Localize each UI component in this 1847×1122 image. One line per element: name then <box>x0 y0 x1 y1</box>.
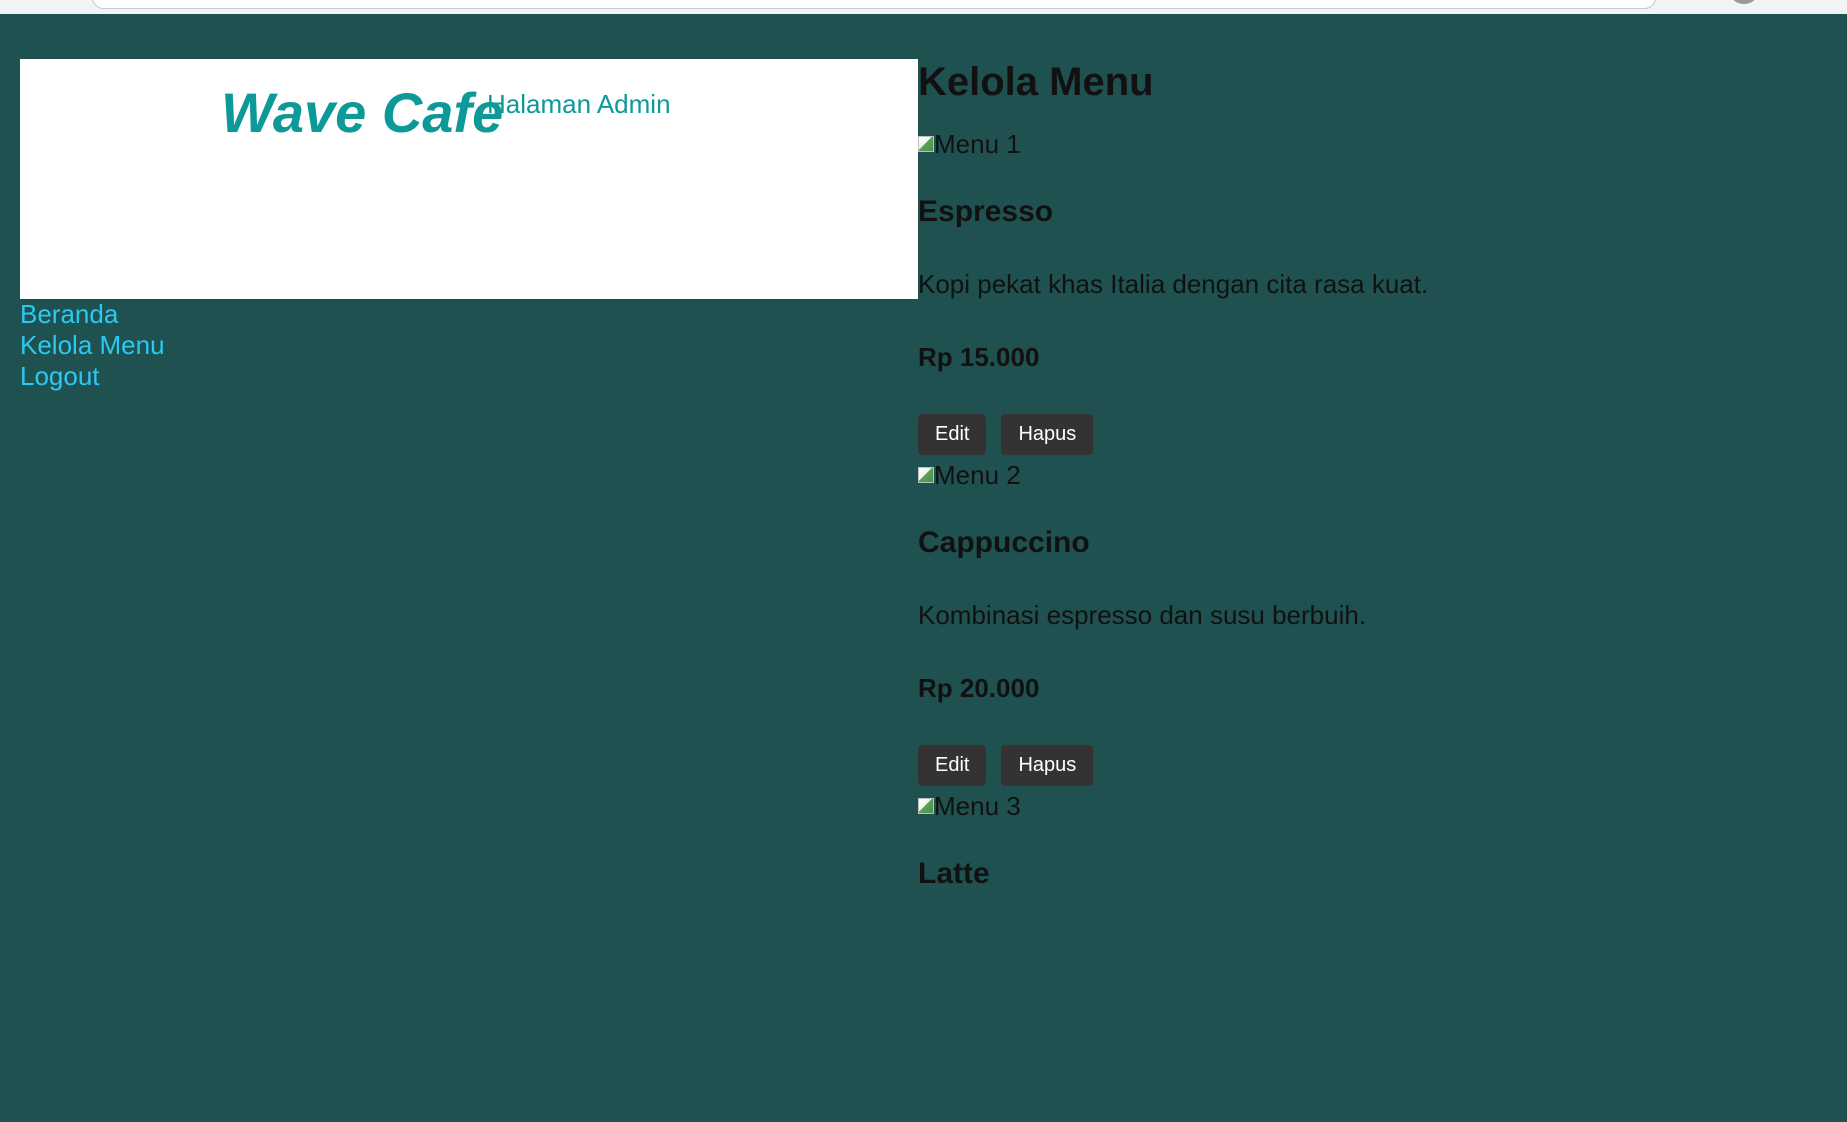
nav-link-beranda[interactable]: Beranda <box>20 299 165 330</box>
delete-button[interactable]: Hapus <box>1001 414 1094 455</box>
menu-price: Rp 15.000 <box>918 342 1040 372</box>
menu-name: Latte <box>918 857 990 890</box>
menu-actions: Edit Hapus <box>918 414 1818 455</box>
menu-image-alt: Menu 1 <box>934 128 1021 159</box>
brand-logo-text: Wave Cafe <box>221 81 504 144</box>
menu-image: Menu 1 <box>918 129 1818 159</box>
broken-image-icon <box>918 467 934 483</box>
browser-top-strip <box>0 0 1847 14</box>
admin-page-label: Halaman Admin <box>487 89 671 119</box>
menu-actions: Edit Hapus <box>918 745 1818 786</box>
menu-image-alt: Menu 2 <box>934 459 1021 490</box>
address-bar[interactable] <box>92 0 1656 9</box>
delete-button[interactable]: Hapus <box>1001 745 1094 786</box>
menu-image: Menu 3 <box>918 791 1818 821</box>
menu-card: Menu 2 Cappuccino Kombinasi espresso dan… <box>918 460 1818 791</box>
menu-name: Cappuccino <box>918 526 1090 559</box>
menu-price: Rp 20.000 <box>918 673 1040 703</box>
broken-image-icon <box>918 798 934 814</box>
menu-description: Kombinasi espresso dan susu berbuih. <box>918 600 1367 630</box>
admin-nav: Beranda Kelola Menu Logout <box>20 299 165 392</box>
menu-description: Kopi pekat khas Italia dengan cita rasa … <box>918 269 1429 299</box>
profile-icon[interactable] <box>1732 0 1756 4</box>
menu-image: Menu 2 <box>918 460 1818 490</box>
menu-name: Espresso <box>918 195 1054 228</box>
menu-list: Menu 1 Espresso Kopi pekat khas Italia d… <box>918 129 1818 1122</box>
nav-link-logout[interactable]: Logout <box>20 361 165 392</box>
page-title: Kelola Menu <box>918 60 1154 104</box>
broken-image-icon <box>918 136 934 152</box>
edit-button[interactable]: Edit <box>918 745 987 786</box>
edit-button[interactable]: Edit <box>918 414 987 455</box>
menu-card: Menu 1 Espresso Kopi pekat khas Italia d… <box>918 129 1818 460</box>
menu-card: Menu 3 Latte <box>918 791 1818 1122</box>
nav-link-kelola-menu[interactable]: Kelola Menu <box>20 330 165 361</box>
menu-image-alt: Menu 3 <box>934 790 1021 821</box>
main-content: Kelola Menu Menu 1 Espresso Kopi pekat k… <box>918 59 1818 1122</box>
